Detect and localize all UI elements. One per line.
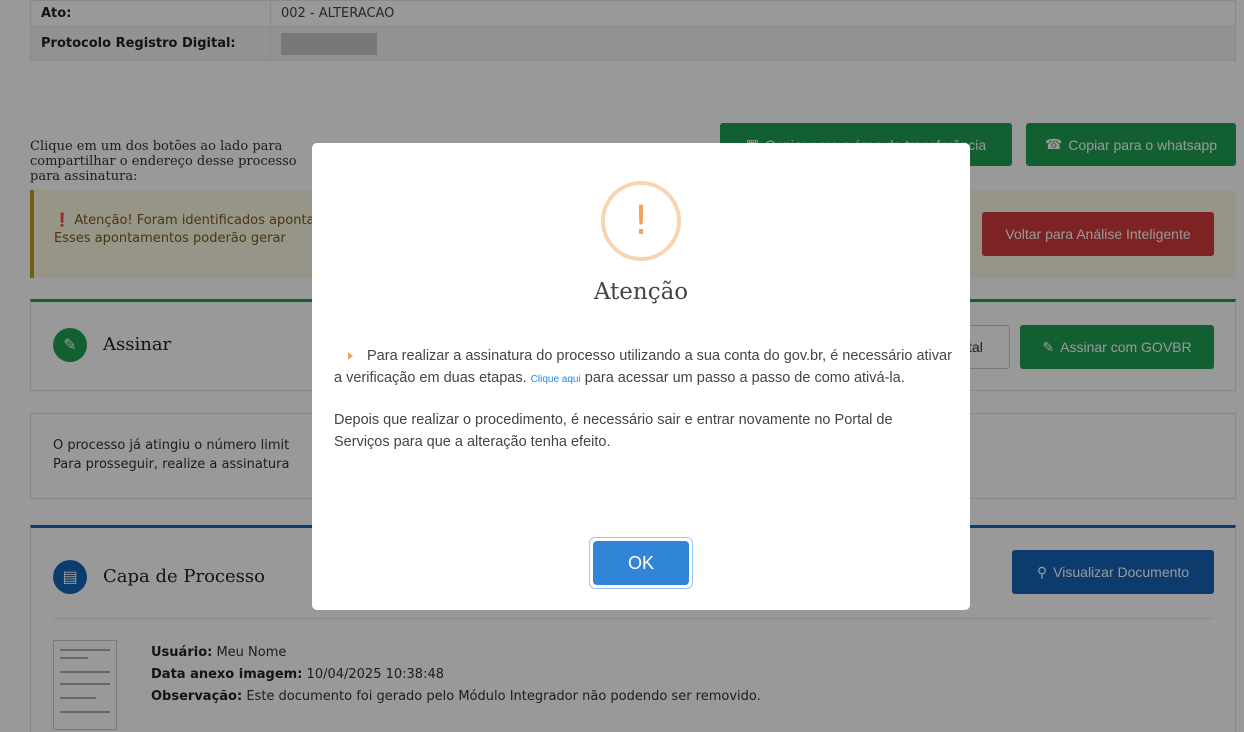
modal-paragraph-2: Depois que realizar o procedimento, é ne… [334, 412, 893, 450]
bullet-icon [348, 351, 353, 360]
warning-modal: ! Atenção Para realizar a assinatura do … [312, 143, 970, 610]
warning-icon: ! [601, 181, 681, 261]
ok-button[interactable]: OK [589, 537, 693, 589]
ok-label: OK [593, 541, 689, 585]
warning-mark: ! [632, 198, 650, 244]
modal-body: Para realizar a assinatura do processo u… [334, 345, 952, 453]
modal-paragraph-1: Para realizar a assinatura do processo u… [334, 345, 952, 391]
help-link[interactable]: Clique aqui [531, 374, 581, 385]
modal-text-2: para acessar um passo a passo de como at… [584, 370, 905, 386]
modal-title: Atenção [593, 279, 689, 305]
